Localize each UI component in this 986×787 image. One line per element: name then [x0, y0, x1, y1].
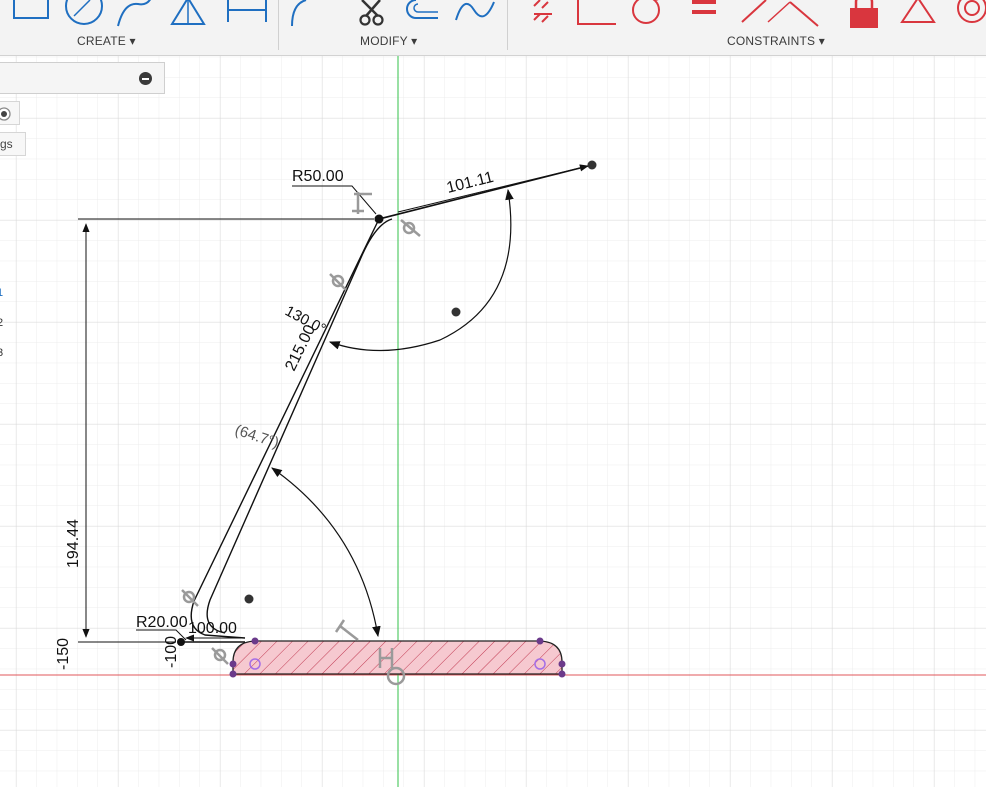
arc-center-bottom[interactable] — [244, 594, 254, 604]
browser-panel-header — [0, 62, 165, 94]
fix-lock-icon[interactable] — [846, 0, 882, 28]
scissors-trim-icon[interactable] — [356, 0, 390, 28]
list-item-3[interactable]: 3 — [0, 345, 6, 361]
slot-tool-icon[interactable] — [222, 0, 272, 28]
perpendicular-constraint-icon[interactable] — [574, 0, 618, 28]
height-dimension[interactable]: 194.44 — [65, 519, 82, 568]
circle-tool-icon[interactable] — [60, 0, 108, 28]
profile-point[interactable] — [229, 670, 237, 678]
create-menu[interactable]: CREATE ▾ — [77, 34, 136, 48]
settings-tab-label: gs — [0, 137, 13, 151]
toolbar-separator — [278, 0, 279, 50]
concentric-constraint-icon[interactable] — [950, 0, 986, 28]
parallel-constraint-icon[interactable] — [688, 0, 720, 28]
spline-tool-icon[interactable] — [452, 0, 498, 28]
arc-tool-icon[interactable] — [114, 0, 160, 28]
fillet-tool-icon[interactable] — [286, 0, 316, 28]
grid-major — [0, 56, 986, 787]
rectangle-tool-icon[interactable] — [8, 0, 52, 28]
list-item-1[interactable]: 1 — [0, 285, 6, 301]
fillet-top-dimension[interactable]: R50.00 — [292, 168, 344, 185]
profile-point[interactable] — [558, 670, 566, 678]
toolbar: CREATE ▾ MODIFY ▾ CONSTRAINTS ▾ — [0, 0, 986, 56]
triangle-constraint-icon[interactable] — [898, 0, 938, 28]
arc-center-top[interactable] — [451, 307, 461, 317]
profile-point[interactable] — [251, 637, 259, 645]
polygon-tool-icon[interactable] — [168, 0, 214, 28]
radio-icon[interactable] — [0, 102, 20, 126]
profile-point[interactable] — [229, 660, 237, 668]
fillet-bottom-dimension[interactable]: R20.00 — [136, 614, 188, 631]
vertex-top[interactable] — [374, 214, 384, 224]
constraints-menu[interactable]: CONSTRAINTS ▾ — [727, 34, 825, 48]
radio-option[interactable] — [0, 101, 20, 125]
settings-tab[interactable]: gs — [0, 132, 26, 156]
offset-tool-icon[interactable] — [398, 0, 444, 28]
y-coordinate-dimension[interactable]: -150 — [55, 638, 72, 670]
list-item-2[interactable]: 2 — [0, 315, 6, 331]
sketch-canvas[interactable]: R50.00 101.11 130.0° 215.00 (64.7°) 194.… — [0, 56, 986, 787]
profile-point[interactable] — [536, 637, 544, 645]
toolbar-separator — [507, 0, 508, 50]
collapse-panel-icon[interactable] — [139, 72, 152, 85]
bottom-line-dimension[interactable]: 100.00 — [188, 620, 237, 637]
symmetry-constraint-icon[interactable] — [738, 0, 828, 28]
profile-point[interactable] — [558, 660, 566, 668]
modify-menu[interactable]: MODIFY ▾ — [360, 34, 417, 48]
coincident-constraint-icon[interactable] — [528, 0, 558, 28]
sketch-drawing[interactable]: R50.00 101.11 130.0° 215.00 (64.7°) 194.… — [0, 56, 986, 787]
x-coordinate-dimension[interactable]: -100 — [163, 636, 180, 668]
tangent-constraint-icon[interactable] — [626, 0, 672, 28]
endpoint[interactable] — [587, 160, 597, 170]
